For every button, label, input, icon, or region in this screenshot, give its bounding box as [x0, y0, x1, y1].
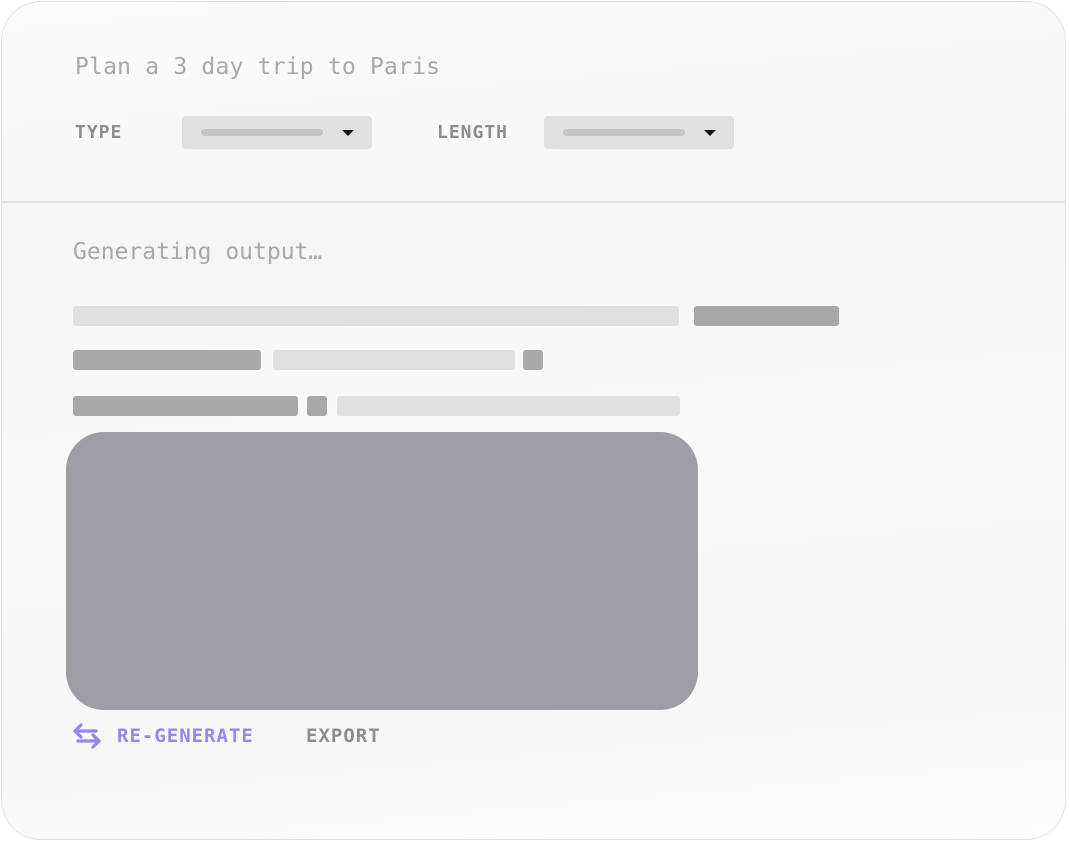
length-select-placeholder: [563, 129, 685, 136]
skeleton-bar: [307, 396, 327, 416]
generating-status: Generating output…: [73, 239, 323, 265]
prompt-text: Plan a 3 day trip to Paris: [75, 54, 441, 80]
skeleton-bar: [273, 350, 515, 370]
swap-arrows-icon: [73, 723, 101, 749]
skeleton-bar: [523, 350, 543, 370]
type-select[interactable]: [182, 116, 372, 149]
regenerate-label: RE-GENERATE: [117, 725, 254, 747]
type-label: TYPE: [75, 122, 123, 143]
type-select-placeholder: [201, 129, 323, 136]
chevron-down-icon: [342, 130, 354, 136]
chevron-down-icon: [704, 130, 716, 136]
divider: [2, 201, 1065, 203]
skeleton-bar: [73, 396, 298, 416]
length-label: LENGTH: [437, 122, 509, 143]
skeleton-bar: [337, 396, 680, 416]
length-select[interactable]: [544, 116, 734, 149]
skeleton-bar: [73, 350, 261, 370]
export-button[interactable]: EXPORT: [306, 725, 381, 747]
regenerate-button[interactable]: RE-GENERATE: [72, 723, 254, 749]
skeleton-bar: [73, 306, 679, 326]
generator-card: Plan a 3 day trip to Paris TYPE LENGTH G…: [1, 1, 1066, 840]
skeleton-bar: [694, 306, 839, 326]
image-placeholder: [66, 432, 698, 710]
